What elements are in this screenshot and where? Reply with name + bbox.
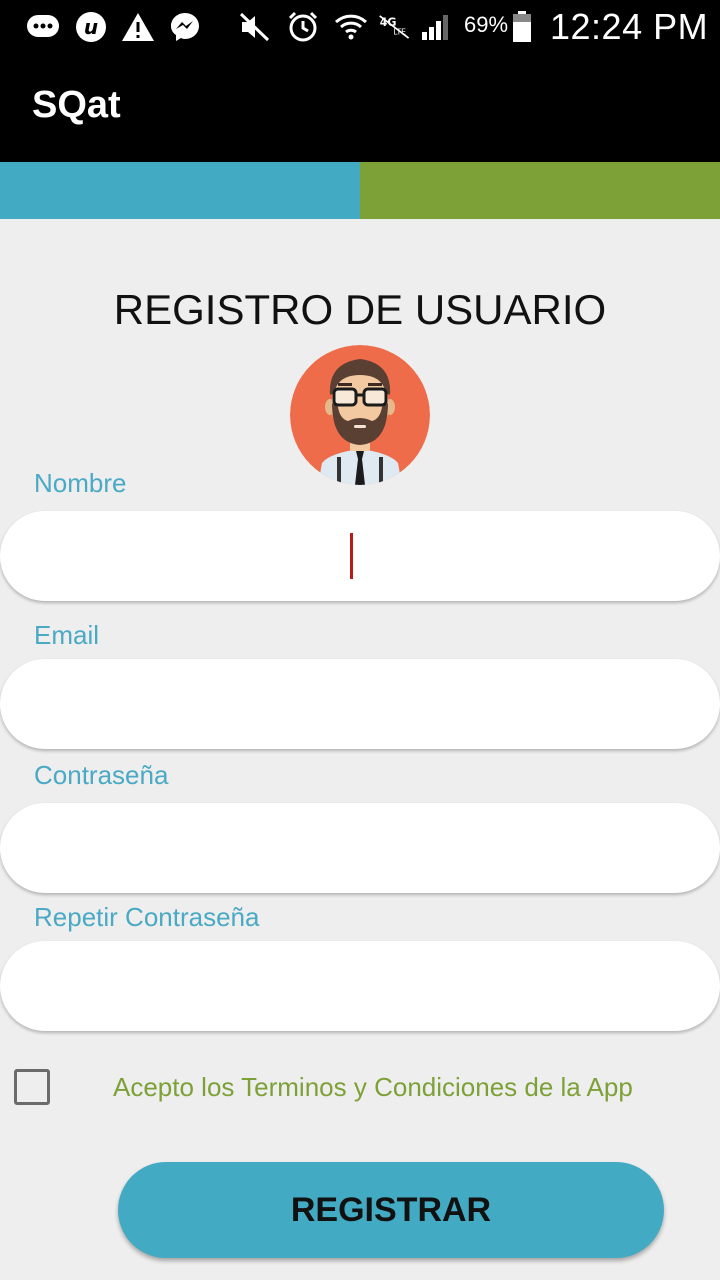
battery-icon — [510, 10, 534, 44]
email-field-container — [0, 659, 720, 749]
alarm-icon — [286, 10, 320, 44]
name-label: Nombre — [34, 468, 127, 498]
signal-icon — [420, 10, 454, 44]
app-bar: SQat — [0, 54, 720, 162]
password-label: Contraseña — [34, 760, 169, 790]
name-field-container — [0, 511, 720, 601]
status-bar: u 4GLTE 69% 12:24 PM — [0, 0, 720, 54]
lte-icon: 4GLTE — [378, 10, 412, 44]
svg-text:u: u — [84, 15, 98, 39]
repeat-password-field-container — [0, 941, 720, 1031]
text-cursor — [350, 533, 353, 579]
mute-icon — [238, 10, 272, 44]
repeat-password-input[interactable] — [0, 941, 720, 1031]
chat-icon — [26, 10, 60, 44]
page-title: REGISTRO DE USUARIO — [113, 286, 607, 333]
avatar — [290, 345, 430, 485]
warning-icon — [121, 10, 155, 44]
repeat-password-label: Repetir Contraseña — [34, 902, 260, 932]
register-button[interactable]: REGISTRAR — [118, 1162, 664, 1258]
name-input[interactable] — [0, 511, 720, 601]
u-icon: u — [74, 10, 108, 44]
clock: 12:24 PM — [550, 6, 709, 47]
wifi-icon — [334, 10, 368, 44]
battery-percentage: 69% — [464, 12, 509, 37]
accent-stripe-green — [360, 162, 720, 219]
email-label: Email — [34, 620, 100, 650]
accent-stripe-blue — [0, 162, 360, 219]
app-title: SQat — [32, 84, 121, 126]
email-input[interactable] — [0, 659, 720, 749]
password-field-container — [0, 803, 720, 893]
terms-label[interactable]: Acepto los Terminos y Condiciones de la … — [113, 1072, 633, 1103]
messenger-icon — [168, 10, 202, 44]
password-input[interactable] — [0, 803, 720, 893]
terms-checkbox[interactable] — [14, 1069, 50, 1105]
